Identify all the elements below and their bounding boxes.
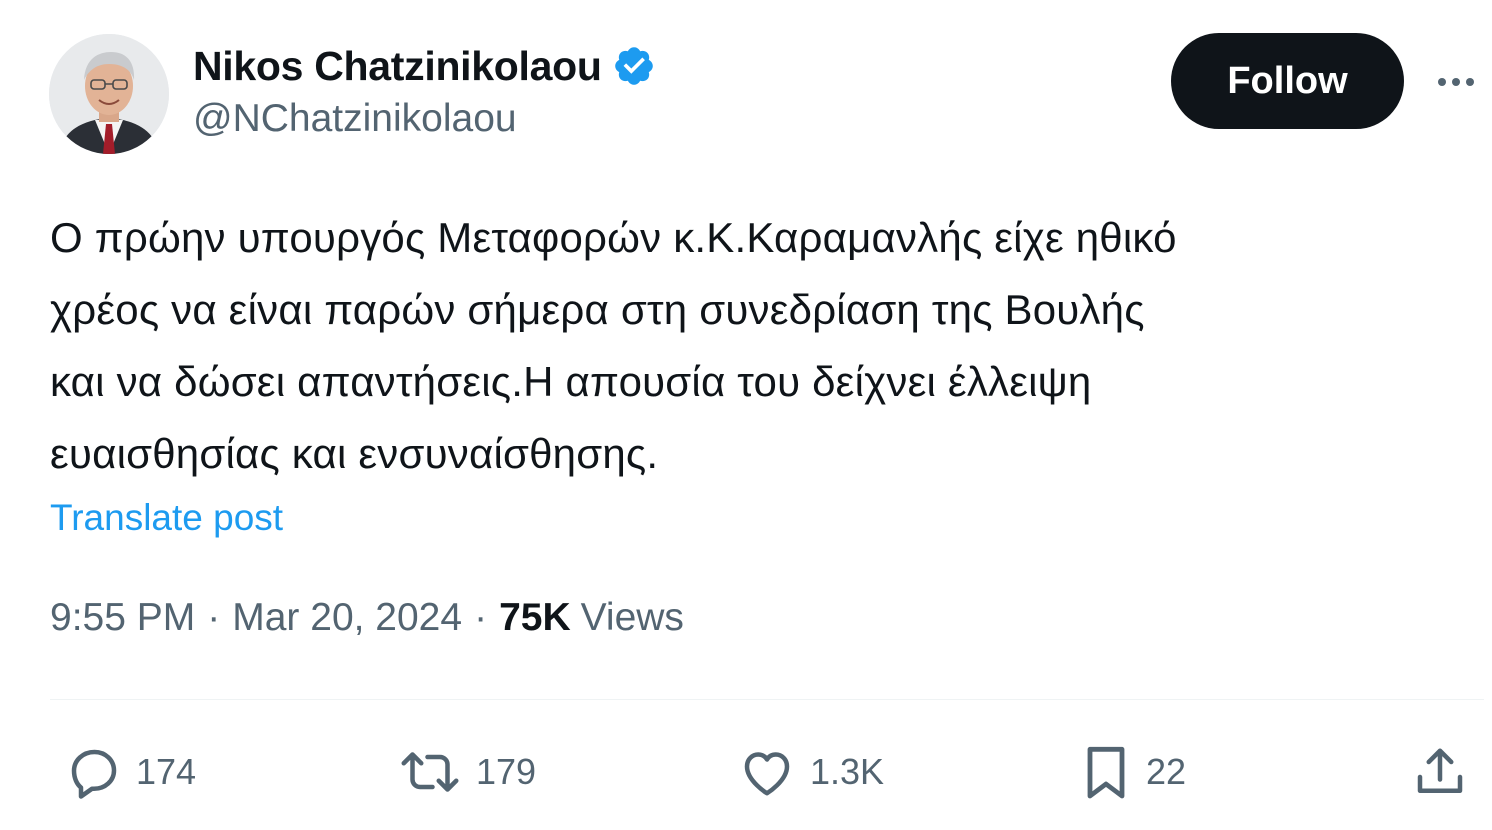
tweet-card: Nikos Chatzinikolaou @NChatzinikolaou Fo… <box>0 0 1492 830</box>
post-text: Ο πρώην υπουργός Μεταφορών κ.Κ.Καραμανλή… <box>50 214 1177 477</box>
more-horizontal-icon[interactable] <box>1432 62 1480 102</box>
views-count[interactable]: 75K <box>499 596 571 640</box>
bookmark-count: 22 <box>1146 751 1187 792</box>
share-button[interactable] <box>1410 740 1470 804</box>
repost-icon <box>401 752 459 792</box>
views-label[interactable]: Views <box>581 596 684 640</box>
verified-badge-icon[interactable] <box>612 44 656 88</box>
share-icon <box>1417 748 1463 793</box>
author-handle[interactable]: @NChatzinikolaou <box>193 97 517 141</box>
like-button[interactable]: 1.3K <box>736 740 884 804</box>
like-count: 1.3K <box>810 751 885 792</box>
divider <box>50 699 1484 700</box>
meta-separator: · <box>474 596 488 639</box>
avatar-photo-icon <box>49 34 169 154</box>
post-time[interactable]: 9:55 PM <box>50 596 195 640</box>
reply-button[interactable]: 174 <box>64 740 196 804</box>
post-meta: 9:55 PM · Mar 20, 2024 · 75K Views <box>50 596 684 640</box>
meta-separator: · <box>207 596 221 639</box>
heart-icon <box>744 752 790 796</box>
bookmark-button[interactable]: 22 <box>1078 740 1186 804</box>
repost-count: 179 <box>476 751 537 792</box>
bookmark-icon <box>1087 746 1125 799</box>
reply-icon <box>71 749 117 799</box>
avatar[interactable] <box>49 34 169 154</box>
author-display-name[interactable]: Nikos Chatzinikolaou <box>193 43 602 90</box>
reply-count: 174 <box>136 751 197 792</box>
repost-button[interactable]: 179 <box>396 740 536 804</box>
follow-button[interactable]: Follow <box>1171 33 1404 129</box>
post-date[interactable]: Mar 20, 2024 <box>232 596 462 640</box>
author-name-row: Nikos Chatzinikolaou <box>193 38 656 94</box>
translate-post-link[interactable]: Translate post <box>50 497 283 539</box>
